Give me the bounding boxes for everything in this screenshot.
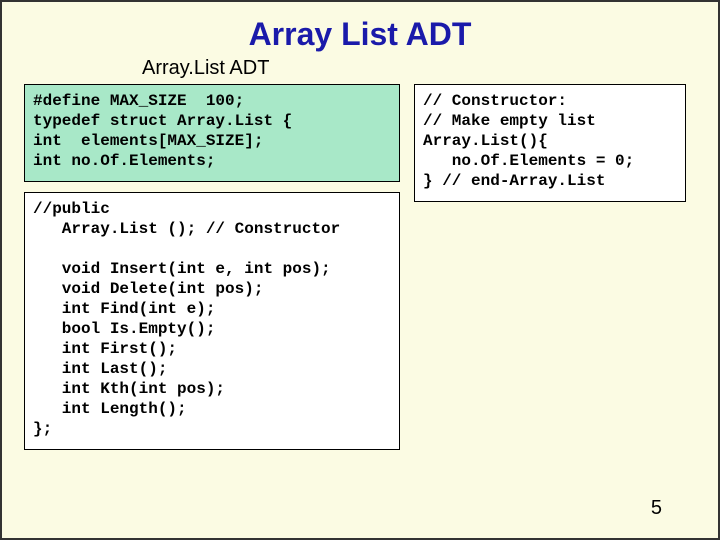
right-column: // Constructor: // Make empty list Array… [414, 84, 686, 450]
slide-title: Array List ADT [2, 16, 718, 53]
code-api-box: //public Array.List (); // Constructor v… [24, 192, 400, 450]
code-constructor-box: // Constructor: // Make empty list Array… [414, 84, 686, 202]
left-column: #define MAX_SIZE 100; typedef struct Arr… [24, 84, 400, 450]
content-row: #define MAX_SIZE 100; typedef struct Arr… [2, 84, 718, 450]
slide-subtitle: Array.List ADT [142, 57, 718, 80]
page-number: 5 [651, 497, 662, 520]
code-definitions-box: #define MAX_SIZE 100; typedef struct Arr… [24, 84, 400, 182]
